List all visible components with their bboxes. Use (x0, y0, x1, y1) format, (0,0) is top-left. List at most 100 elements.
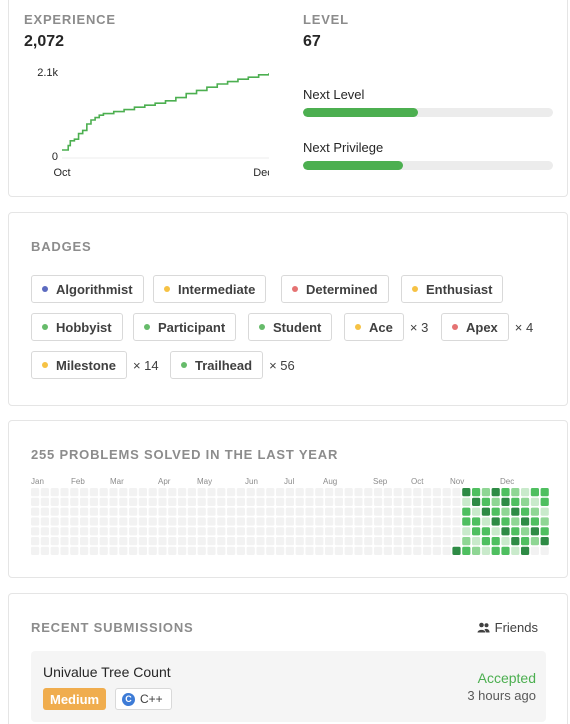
heatmap-cell[interactable] (481, 546, 490, 555)
heatmap-cell[interactable] (50, 517, 59, 526)
heatmap-cell[interactable] (129, 488, 138, 497)
heatmap-cell[interactable] (413, 488, 422, 497)
heatmap-cell[interactable] (383, 507, 392, 516)
heatmap-cell[interactable] (540, 517, 549, 526)
heatmap-cell[interactable] (89, 497, 98, 506)
heatmap-cell[interactable] (325, 488, 334, 497)
heatmap-cell[interactable] (521, 517, 530, 526)
heatmap-cell[interactable] (207, 488, 216, 497)
heatmap-cell[interactable] (197, 537, 206, 546)
heatmap-cell[interactable] (187, 546, 196, 555)
heatmap-cell[interactable] (207, 527, 216, 536)
heatmap-cell[interactable] (276, 497, 285, 506)
heatmap-cell[interactable] (521, 488, 530, 497)
heatmap-cell[interactable] (472, 537, 481, 546)
heatmap-cell[interactable] (423, 497, 432, 506)
heatmap-cell[interactable] (344, 488, 353, 497)
heatmap-cell[interactable] (31, 546, 40, 555)
heatmap-cell[interactable] (197, 527, 206, 536)
heatmap-cell[interactable] (432, 546, 441, 555)
heatmap-cell[interactable] (276, 517, 285, 526)
heatmap-cell[interactable] (383, 527, 392, 536)
heatmap-cell[interactable] (80, 546, 89, 555)
heatmap-cell[interactable] (236, 488, 245, 497)
heatmap-cell[interactable] (354, 507, 363, 516)
heatmap-cell[interactable] (70, 517, 79, 526)
heatmap-cell[interactable] (178, 507, 187, 516)
heatmap-cell[interactable] (315, 537, 324, 546)
heatmap-cell[interactable] (521, 507, 530, 516)
heatmap-cell[interactable] (334, 537, 343, 546)
friends-button[interactable]: Friends (477, 620, 538, 635)
heatmap-cell[interactable] (40, 488, 49, 497)
heatmap-cell[interactable] (99, 488, 108, 497)
heatmap-cell[interactable] (530, 507, 539, 516)
heatmap-cell[interactable] (403, 527, 412, 536)
heatmap-cell[interactable] (178, 497, 187, 506)
heatmap-cell[interactable] (295, 517, 304, 526)
heatmap-cell[interactable] (40, 497, 49, 506)
heatmap-cell[interactable] (364, 537, 373, 546)
heatmap-cell[interactable] (530, 517, 539, 526)
heatmap-cell[interactable] (40, 546, 49, 555)
heatmap-cell[interactable] (521, 546, 530, 555)
heatmap-cell[interactable] (207, 507, 216, 516)
heatmap-cell[interactable] (168, 537, 177, 546)
heatmap-cell[interactable] (315, 517, 324, 526)
heatmap-cell[interactable] (60, 517, 69, 526)
heatmap-cell[interactable] (364, 488, 373, 497)
heatmap-cell[interactable] (413, 507, 422, 516)
heatmap-cell[interactable] (70, 537, 79, 546)
heatmap-cell[interactable] (138, 537, 147, 546)
heatmap-cell[interactable] (442, 527, 451, 536)
heatmap-cell[interactable] (511, 517, 520, 526)
heatmap-cell[interactable] (540, 497, 549, 506)
heatmap-cell[interactable] (80, 527, 89, 536)
heatmap-cell[interactable] (246, 527, 255, 536)
heatmap-cell[interactable] (197, 507, 206, 516)
heatmap-cell[interactable] (50, 497, 59, 506)
heatmap-cell[interactable] (246, 488, 255, 497)
heatmap-cell[interactable] (403, 537, 412, 546)
heatmap-cell[interactable] (383, 546, 392, 555)
heatmap-cell[interactable] (187, 497, 196, 506)
badge-item[interactable]: Trailhead × 56 (170, 351, 295, 379)
heatmap-cell[interactable] (315, 546, 324, 555)
heatmap-cell[interactable] (295, 488, 304, 497)
heatmap-cell[interactable] (413, 497, 422, 506)
heatmap-cell[interactable] (129, 517, 138, 526)
heatmap-cell[interactable] (511, 497, 520, 506)
heatmap-cell[interactable] (334, 497, 343, 506)
heatmap-cell[interactable] (511, 537, 520, 546)
heatmap-cell[interactable] (344, 507, 353, 516)
heatmap-cell[interactable] (452, 517, 461, 526)
heatmap-cell[interactable] (99, 546, 108, 555)
heatmap-cell[interactable] (374, 546, 383, 555)
heatmap-cell[interactable] (217, 507, 226, 516)
heatmap-cell[interactable] (129, 527, 138, 536)
heatmap-cell[interactable] (50, 537, 59, 546)
heatmap-cell[interactable] (89, 488, 98, 497)
heatmap-cell[interactable] (432, 517, 441, 526)
heatmap-cell[interactable] (31, 527, 40, 536)
heatmap-cell[interactable] (403, 488, 412, 497)
heatmap-cell[interactable] (481, 497, 490, 506)
heatmap-cell[interactable] (178, 488, 187, 497)
heatmap-cell[interactable] (383, 517, 392, 526)
heatmap-cell[interactable] (168, 497, 177, 506)
heatmap-cell[interactable] (540, 537, 549, 546)
heatmap-cell[interactable] (334, 546, 343, 555)
heatmap-cell[interactable] (148, 497, 157, 506)
heatmap-cell[interactable] (138, 497, 147, 506)
heatmap-cell[interactable] (217, 527, 226, 536)
heatmap-cell[interactable] (305, 517, 314, 526)
heatmap-cell[interactable] (276, 507, 285, 516)
heatmap-cell[interactable] (80, 517, 89, 526)
heatmap-cell[interactable] (530, 488, 539, 497)
badge-item[interactable]: Participant (133, 313, 237, 341)
heatmap-cell[interactable] (158, 507, 167, 516)
heatmap-cell[interactable] (305, 488, 314, 497)
heatmap-cell[interactable] (285, 497, 294, 506)
heatmap-cell[interactable] (354, 527, 363, 536)
heatmap-cell[interactable] (521, 527, 530, 536)
